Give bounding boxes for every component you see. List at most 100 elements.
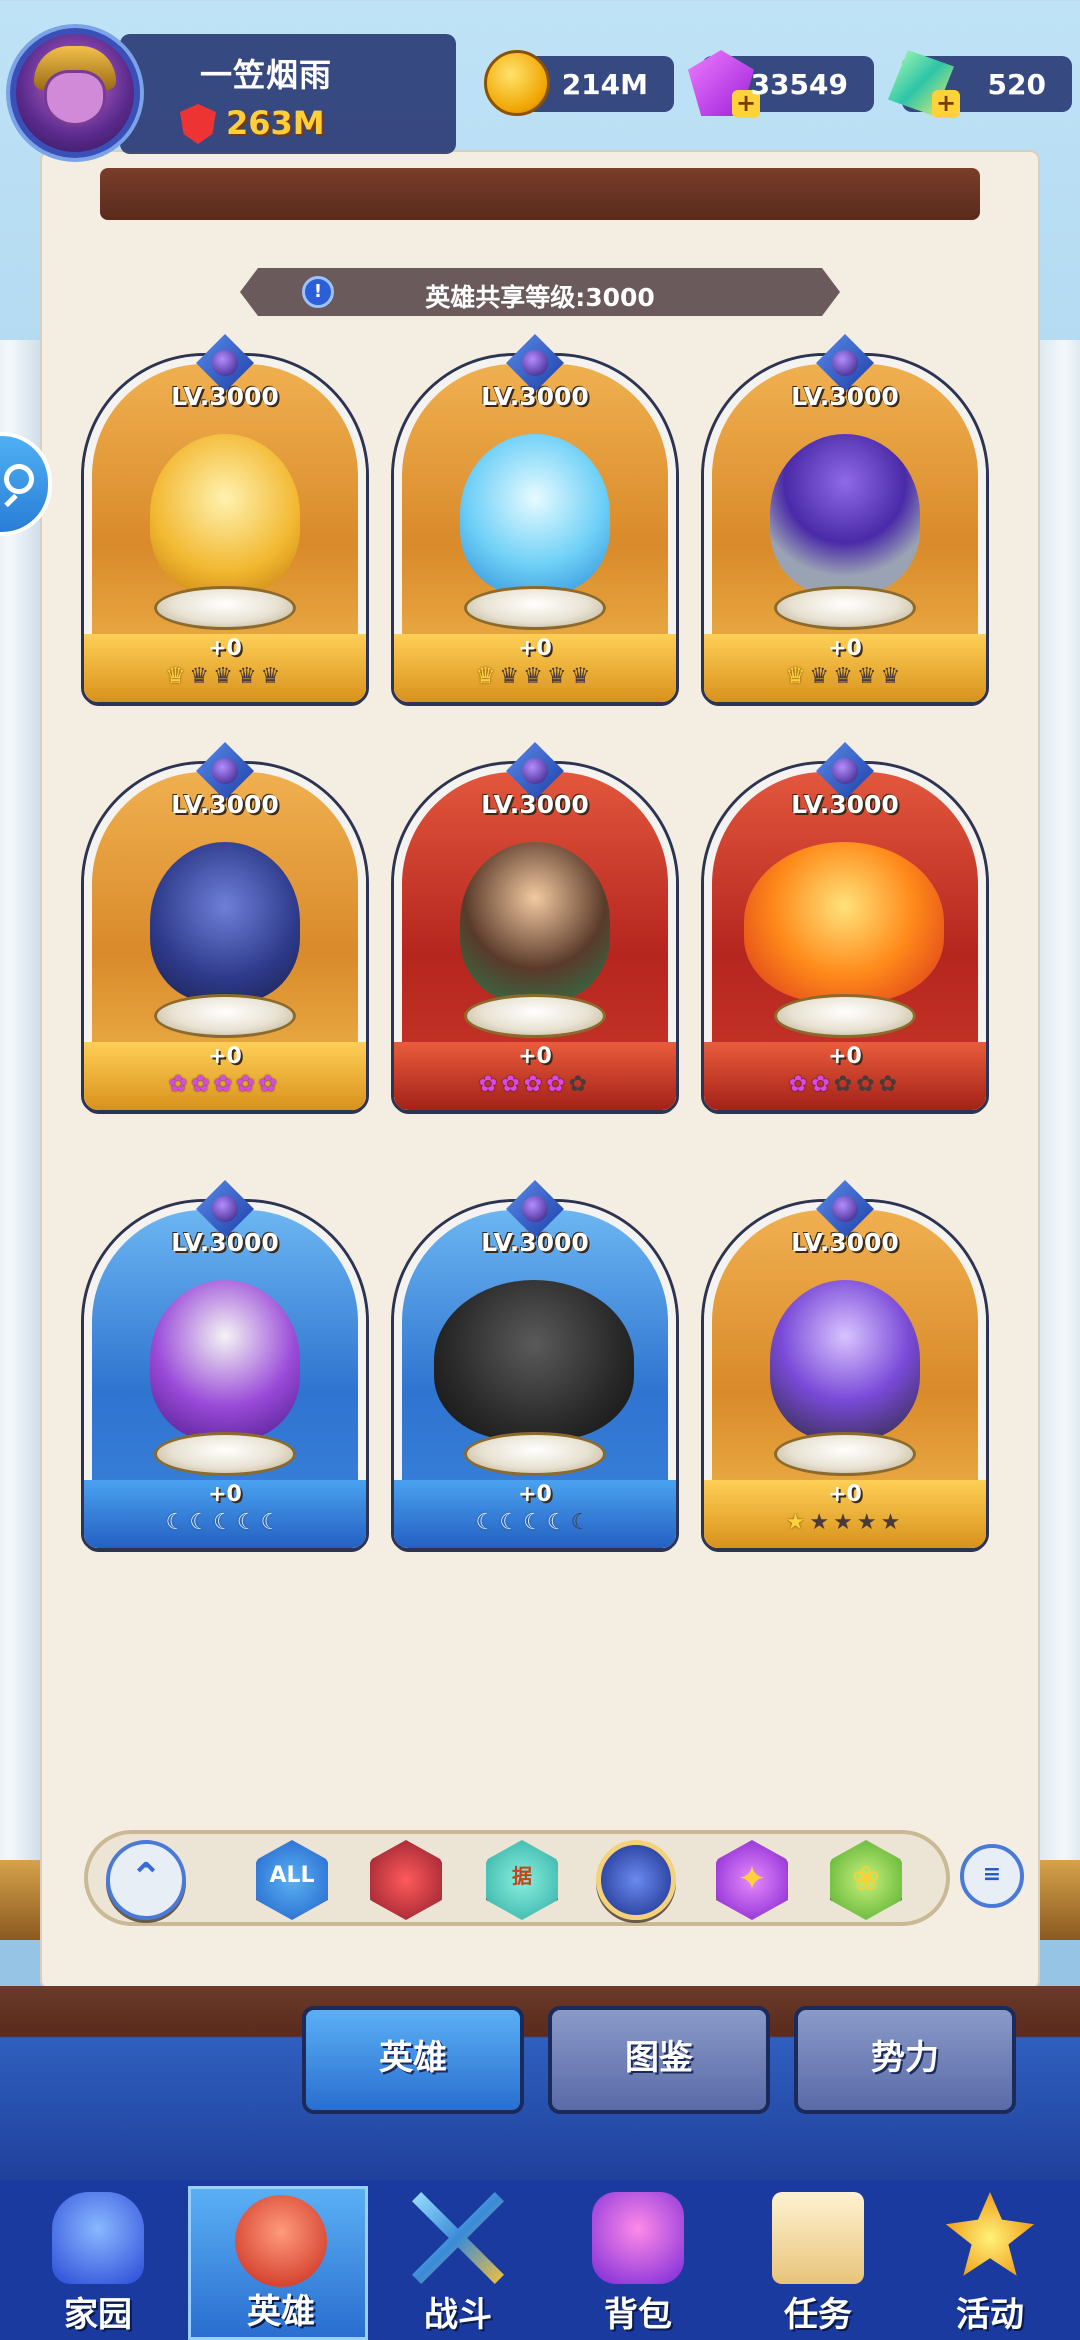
purple-star-icon: ✿ (501, 1072, 524, 1097)
nav-battle[interactable]: 战斗 (368, 2186, 548, 2340)
search-icon-handle (4, 493, 18, 508)
moon-star-icon: ☾ (475, 1510, 500, 1535)
crown-star-icon: ♛ (880, 664, 905, 689)
hero-plus-level: +0 (208, 1482, 242, 1507)
task-icon (772, 2192, 864, 2284)
nav-events[interactable]: 活动 (900, 2186, 1080, 2340)
moon-star-icon: ☾ (523, 1510, 547, 1535)
hero-star-rating: ♛♛♛♛♛ (84, 664, 366, 689)
tab-heroes[interactable]: 英雄 (302, 2006, 524, 2114)
hero-pedestal (464, 586, 606, 630)
moon-star-icon: ☾ (165, 1510, 190, 1535)
hero-star-rating: ★★★★★ (704, 1510, 986, 1535)
gold-coin-icon (484, 50, 550, 116)
nav-home[interactable]: 家园 (8, 2186, 188, 2340)
purple-star-icon: ✿ (833, 1072, 857, 1097)
nav-heroes-label: 英雄 (247, 2292, 315, 2332)
purple-star-icon: ✿ (546, 1072, 569, 1097)
player-name: 一笠烟雨 (200, 56, 333, 94)
hero-card[interactable]: LV.3000 +0 ✿✿✿✿✿ (704, 742, 986, 1110)
purple-star-icon: ✿ (811, 1072, 834, 1097)
nav-battle-label: 战斗 (424, 2295, 492, 2335)
crown-star-icon: ♛ (260, 664, 285, 689)
hero-star-rating: ♛♛♛♛♛ (704, 664, 986, 689)
hero-star-rating: ✿✿✿✿✿ (394, 1072, 676, 1097)
player-avatar[interactable] (10, 28, 140, 158)
hero-plus-level: +0 (518, 1482, 552, 1507)
top-bar: 一笠烟雨 263M 214M + 33549 + 520 (0, 0, 1080, 180)
hero-star-rating: ✿✿✿✿✿ (84, 1072, 366, 1097)
purple-star-icon: ✿ (856, 1072, 879, 1097)
purple-star-icon: ✿ (213, 1072, 237, 1097)
hero-card[interactable]: LV.3000 +0 ✿✿✿✿✿ (394, 742, 676, 1110)
hero-level: LV.3000 (791, 790, 899, 819)
purple-gem-amount: 33549 (750, 68, 848, 101)
star-star-icon: ★ (833, 1510, 857, 1535)
crown-star-icon: ♛ (856, 664, 881, 689)
hero-star-rating: ☾☾☾☾☾ (84, 1510, 366, 1535)
hero-card[interactable]: LV.3000 +0 ♛♛♛♛♛ (704, 334, 986, 702)
hero-pedestal (154, 994, 296, 1038)
nav-home-label: 家园 (64, 2295, 132, 2335)
hero-level: LV.3000 (171, 790, 279, 819)
crown-star-icon: ♛ (546, 664, 571, 689)
nav-bag[interactable]: 背包 (548, 2186, 728, 2340)
filter-orb-icon[interactable] (596, 1840, 676, 1920)
hero-pedestal (154, 1432, 296, 1476)
hero-level: LV.3000 (171, 382, 279, 411)
fire-phoenix-hero-icon (744, 842, 944, 1002)
hero-card[interactable]: LV.3000 +0 ♛♛♛♛♛ (394, 334, 676, 702)
hero-pedestal (464, 994, 606, 1038)
crown-star-icon: ♛ (475, 664, 500, 689)
purple-star-icon: ✿ (478, 1072, 502, 1097)
nav-events-label: 活动 (956, 2295, 1024, 2335)
dark-dragon-hero-icon (150, 842, 300, 1002)
green-crystal-currency[interactable]: + 520 (888, 50, 1072, 118)
crown-star-icon: ♛ (523, 664, 547, 689)
power-shield-icon (180, 104, 216, 144)
golem-hero-icon (434, 1280, 634, 1440)
hero-level: LV.3000 (171, 1228, 279, 1257)
star-star-icon: ★ (809, 1510, 834, 1535)
moon-star-icon: ☾ (236, 1510, 261, 1535)
hero-level: LV.3000 (481, 790, 589, 819)
crown-star-icon: ♛ (785, 664, 810, 689)
genie-hero-icon (150, 1280, 300, 1440)
nav-heroes[interactable]: 英雄 (188, 2186, 368, 2340)
gold-currency[interactable]: 214M (484, 50, 674, 116)
hero-card[interactable]: LV.3000 +0 ★★★★★ (704, 1180, 986, 1548)
hero-card[interactable]: LV.3000 +0 ☾☾☾☾☾ (84, 1180, 366, 1548)
home-icon (52, 2192, 144, 2284)
purple-star-icon: ✿ (236, 1072, 259, 1097)
hero-card[interactable]: LV.3000 +0 ☾☾☾☾☾ (394, 1180, 676, 1548)
crown-star-icon: ♛ (213, 664, 237, 689)
tab-faction[interactable]: 势力 (794, 2006, 1016, 2114)
crown-star-icon: ♛ (833, 664, 857, 689)
hero-card[interactable]: LV.3000 +0 ✿✿✿✿✿ (84, 742, 366, 1110)
hero-card[interactable]: LV.3000 +0 ♛♛♛♛♛ (84, 334, 366, 702)
purple-gem-currency[interactable]: + 33549 (688, 50, 874, 118)
ninja-hero-icon (770, 1280, 920, 1440)
hero-pedestal (774, 994, 916, 1038)
moon-star-icon: ☾ (546, 1510, 571, 1535)
star-star-icon: ★ (785, 1510, 810, 1535)
hero-plus-level: +0 (208, 636, 242, 661)
crown-star-icon: ♛ (236, 664, 261, 689)
player-info-panel[interactable]: 一笠烟雨 263M (120, 34, 456, 154)
green-crystal-amount: 520 (987, 68, 1046, 101)
player-power: 263M (226, 104, 325, 142)
crown-star-icon: ♛ (499, 664, 524, 689)
tab-codex[interactable]: 图鉴 (548, 2006, 770, 2114)
purple-star-icon: ✿ (168, 1072, 192, 1097)
add-green-crystal-icon[interactable]: + (932, 90, 960, 118)
wizard-hero-icon (770, 434, 920, 594)
medusa-archer-hero-icon (460, 842, 610, 1002)
sort-button[interactable]: ≡ (960, 1844, 1024, 1908)
hero-plus-level: +0 (518, 636, 552, 661)
hero-plus-level: +0 (518, 1044, 552, 1069)
purple-star-icon: ✿ (191, 1072, 214, 1097)
nav-tasks[interactable]: 任务 (728, 2186, 908, 2340)
moon-star-icon: ☾ (213, 1510, 237, 1535)
purple-star-icon: ✿ (788, 1072, 812, 1097)
collapse-filter-button[interactable]: ⌃ (106, 1840, 186, 1920)
